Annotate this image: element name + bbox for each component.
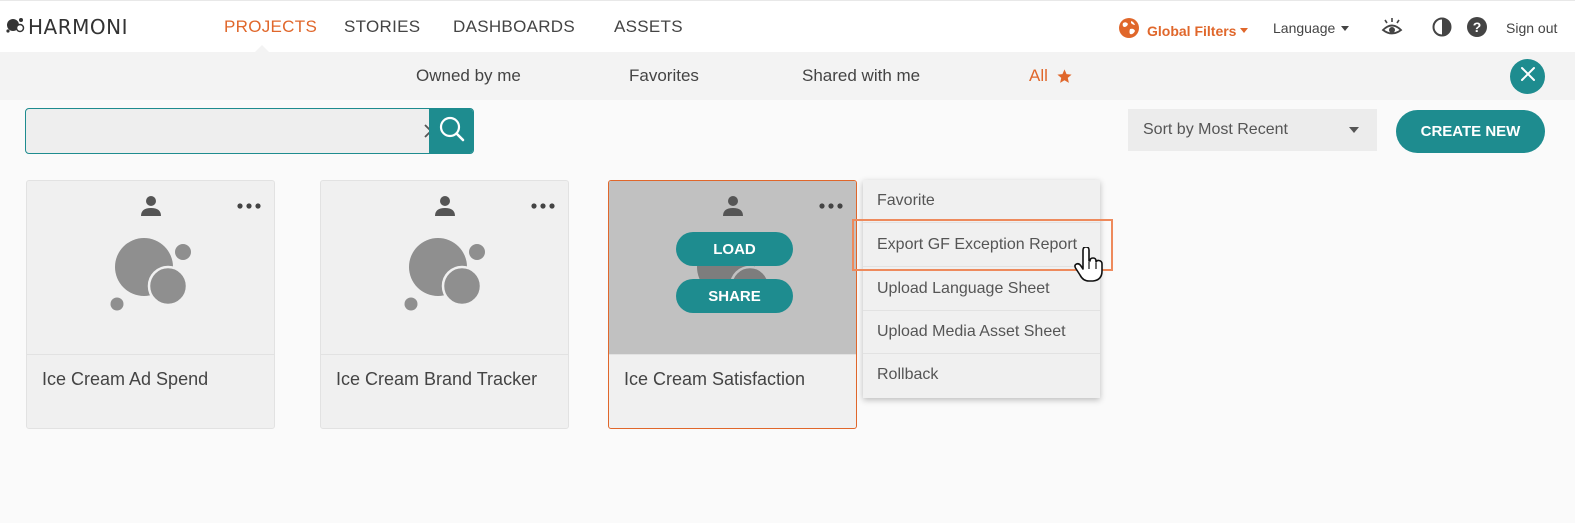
create-new-button[interactable]: CREATE NEW xyxy=(1396,110,1545,153)
top-nav-bar: HARMONI PROJECTS STORIES DASHBOARDS ASSE… xyxy=(0,0,1575,53)
project-card-thumbnail xyxy=(321,181,568,355)
nav-dashboards[interactable]: DASHBOARDS xyxy=(453,17,575,37)
eye-icon[interactable] xyxy=(1380,15,1404,44)
more-icon[interactable] xyxy=(237,198,261,216)
sort-dropdown[interactable]: Sort by Most Recent xyxy=(1128,109,1377,151)
tab-favorites[interactable]: Favorites xyxy=(629,66,699,86)
project-title: Ice Cream Ad Spend xyxy=(42,369,209,389)
project-card-selected[interactable]: LOAD SHARE Ice Cream Satisfaction xyxy=(608,180,857,429)
svg-text:?: ? xyxy=(1473,19,1482,35)
harmoni-logo-icon xyxy=(6,16,26,39)
sort-selected: Sort by Most Recent xyxy=(1143,121,1288,138)
project-card[interactable]: Ice Cream Brand Tracker xyxy=(320,180,569,429)
tab-shared-with-me[interactable]: Shared with me xyxy=(802,66,920,86)
project-context-menu: Favorite Export GF Exception Report Uplo… xyxy=(863,180,1100,398)
project-card-thumbnail xyxy=(27,181,274,355)
nav-stories[interactable]: STORIES xyxy=(344,17,420,37)
project-title: Ice Cream Brand Tracker xyxy=(336,369,538,389)
tab-all[interactable]: All xyxy=(1029,66,1073,86)
search-icon xyxy=(438,115,466,148)
user-icon xyxy=(722,195,744,222)
language-dropdown[interactable]: Language xyxy=(1273,20,1350,36)
project-card[interactable]: Ice Cream Ad Spend xyxy=(26,180,275,429)
search-input[interactable] xyxy=(26,109,426,153)
project-title: Ice Cream Satisfaction xyxy=(624,369,806,389)
more-icon[interactable] xyxy=(531,198,555,216)
logo[interactable]: HARMONI xyxy=(6,15,128,39)
menu-item-favorite[interactable]: Favorite xyxy=(863,180,1100,223)
load-button[interactable]: LOAD xyxy=(676,232,793,266)
close-icon xyxy=(1520,66,1536,87)
chevron-down-icon xyxy=(1341,25,1350,31)
chevron-down-icon xyxy=(1240,28,1249,33)
menu-item-rollback[interactable]: Rollback xyxy=(863,354,1100,397)
contrast-icon[interactable] xyxy=(1432,17,1452,42)
project-placeholder-icon xyxy=(401,237,491,322)
chevron-down-icon xyxy=(1349,127,1359,133)
nav-assets[interactable]: ASSETS xyxy=(614,17,683,37)
project-placeholder-icon xyxy=(107,237,197,322)
project-card-thumbnail: LOAD SHARE xyxy=(609,181,856,355)
help-icon[interactable]: ? xyxy=(1467,17,1487,42)
hand-pointer-icon xyxy=(1074,246,1104,288)
tab-all-label: All xyxy=(1029,66,1048,85)
user-icon xyxy=(434,195,456,222)
close-button[interactable] xyxy=(1510,59,1545,94)
menu-item-upload-language-sheet[interactable]: Upload Language Sheet xyxy=(863,268,1100,311)
menu-item-export-gf-exception-report[interactable]: Export GF Exception Report xyxy=(863,224,1100,267)
sign-out-link[interactable]: Sign out xyxy=(1506,20,1557,36)
star-icon xyxy=(1056,68,1073,85)
tab-owned-by-me[interactable]: Owned by me xyxy=(416,66,521,86)
global-filters-dropdown[interactable]: Global Filters xyxy=(1118,17,1249,44)
globe-icon xyxy=(1118,17,1140,44)
user-icon xyxy=(140,195,162,222)
more-icon[interactable] xyxy=(819,198,843,216)
share-button[interactable]: SHARE xyxy=(676,279,793,313)
language-label: Language xyxy=(1273,20,1336,36)
search-box xyxy=(25,108,474,154)
logo-text: HARMONI xyxy=(28,15,128,39)
global-filters-label: Global Filters xyxy=(1147,22,1237,39)
menu-item-upload-media-asset-sheet[interactable]: Upload Media Asset Sheet xyxy=(863,311,1100,354)
search-button[interactable] xyxy=(429,109,473,153)
filter-bar: Owned by me Favorites Shared with me All xyxy=(0,52,1575,100)
nav-projects[interactable]: PROJECTS xyxy=(224,17,317,37)
